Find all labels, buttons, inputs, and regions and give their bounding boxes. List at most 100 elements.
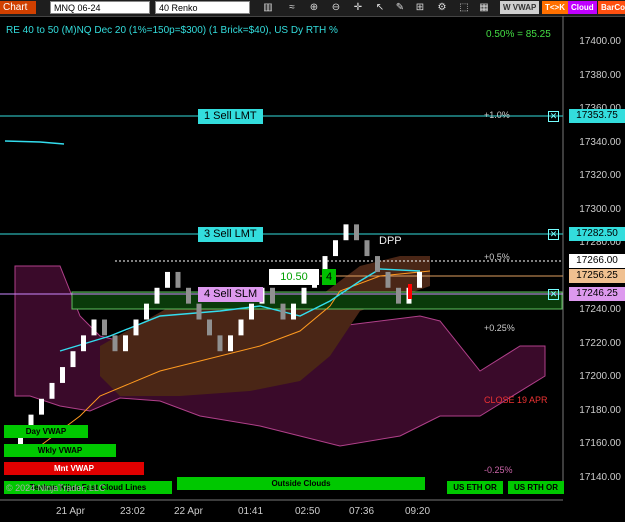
order-price-tag-3: 17282.50 xyxy=(569,227,625,241)
renko-brick xyxy=(144,303,149,320)
copyright-text: © 2024 NinjaTrader, LLC xyxy=(6,483,106,493)
barco-button[interactable]: BarCo xyxy=(598,1,625,14)
instrument-selector[interactable]: MNQ 06-24 xyxy=(50,1,150,14)
chart-title: RE 40 to 50 (M)NQ Dec 20 (1%=150p=$300) … xyxy=(6,25,338,36)
price-axis-label: 17400.00 xyxy=(579,36,621,47)
renko-brick xyxy=(207,319,212,336)
renko-brick xyxy=(39,398,44,415)
time-axis-label: 23:02 xyxy=(120,506,146,517)
chart-menu-button[interactable]: Chart xyxy=(0,1,36,14)
pointer-icon[interactable]: ↖ xyxy=(374,1,386,14)
dpp-label: DPP xyxy=(379,235,402,247)
pct-value: 0.50% = 85.25 xyxy=(486,29,551,40)
tk-button[interactable]: T<>K xyxy=(542,1,569,14)
price-axis-label: 17300.00 xyxy=(579,203,621,215)
renko-brick xyxy=(70,351,76,368)
strategy-icon[interactable]: ⚙ xyxy=(436,1,448,14)
properties-icon[interactable]: ⊞ xyxy=(414,1,426,14)
renko-brick xyxy=(49,382,55,399)
renko-brick xyxy=(270,287,275,304)
renko-brick xyxy=(343,224,349,241)
renko-brick xyxy=(60,367,65,383)
price-axis-label: 17380.00 xyxy=(579,69,621,81)
renko-brick xyxy=(196,303,202,320)
orange-price-tag: 17256.25 xyxy=(569,269,625,283)
zoom-out-icon[interactable]: ⊖ xyxy=(330,1,342,14)
wvwap-button[interactable]: W VWAP xyxy=(500,1,540,14)
renko-brick xyxy=(238,319,244,336)
minus-025-label: -0.25% xyxy=(484,465,513,475)
renko-brick xyxy=(280,303,286,320)
sell-limit-order-1[interactable]: 1 Sell LMT xyxy=(198,109,263,124)
day-vwap-button[interactable]: Day VWAP xyxy=(4,425,88,438)
indicators-icon[interactable]: ≈ xyxy=(286,1,298,14)
monthly-vwap-button[interactable]: Mnt VWAP xyxy=(4,462,144,475)
close-label: CLOSE 19 APR xyxy=(484,395,548,405)
renko-brick xyxy=(133,319,139,336)
price-axis-label: 17220.00 xyxy=(579,337,621,349)
renko-brick xyxy=(175,271,181,288)
time-axis-label: 07:36 xyxy=(349,506,375,517)
price-axis-label: 17140.00 xyxy=(579,471,621,483)
chart-trader-icon[interactable]: ⬚ xyxy=(458,1,470,14)
time-axis-label: 22 Apr xyxy=(174,506,203,517)
crosshair-icon[interactable]: ✛ xyxy=(352,1,364,14)
cancel-order-4-icon[interactable]: ✕ xyxy=(548,289,559,300)
position-qty[interactable]: 4 xyxy=(322,269,336,285)
renko-brick xyxy=(81,335,86,352)
price-axis-label: 17320.00 xyxy=(579,170,621,181)
renko-brick xyxy=(165,271,170,288)
bar-type-selector[interactable]: 40 Renko xyxy=(155,1,250,14)
renko-brick xyxy=(154,287,160,304)
renko-brick xyxy=(91,319,97,336)
renko-brick xyxy=(364,240,370,257)
us-eth-or-button[interactable]: US ETH OR xyxy=(447,481,503,494)
renko-brick xyxy=(186,287,191,304)
position-pnl[interactable]: 10.50 xyxy=(269,269,319,285)
order-price-tag-1: 17353.75 xyxy=(569,109,625,123)
red-signal-bar xyxy=(408,284,412,299)
renko-brick xyxy=(385,271,391,288)
renko-brick xyxy=(291,303,296,320)
price-axis-label: 17240.00 xyxy=(579,304,621,315)
renko-brick xyxy=(102,319,107,336)
price-axis-label: 17340.00 xyxy=(579,136,621,148)
renko-brick xyxy=(112,335,118,352)
plus-05-label: +0.5% xyxy=(484,252,510,262)
grid-icon[interactable]: ▦ xyxy=(478,1,490,14)
outside-clouds-button[interactable]: Outside Clouds xyxy=(177,477,425,490)
cancel-order-3-icon[interactable]: ✕ xyxy=(548,229,559,240)
last-price-tag: 17266.00 xyxy=(569,254,625,268)
bar-chart-icon[interactable]: ▥ xyxy=(262,1,274,14)
sell-stop-order-4[interactable]: 4 Sell SLM xyxy=(198,287,264,302)
renko-brick xyxy=(375,256,380,272)
price-axis-label: 17200.00 xyxy=(579,371,621,382)
renko-brick xyxy=(417,271,422,288)
renko-brick xyxy=(333,240,338,257)
time-axis-label: 21 Apr xyxy=(56,506,85,517)
plus-025-label: +0.25% xyxy=(484,323,515,333)
weekly-vwap-button[interactable]: Wkly VWAP xyxy=(4,444,116,457)
renko-brick xyxy=(228,335,233,352)
cancel-order-1-icon[interactable]: ✕ xyxy=(548,111,559,122)
order-price-tag-4: 17246.25 xyxy=(569,287,625,301)
time-axis-label: 02:50 xyxy=(295,506,321,517)
cyan-segment xyxy=(4,140,65,145)
renko-brick xyxy=(123,335,128,352)
toolbar: Chart MNQ 06-24 40 Renko ▥ ≈ ⊕ ⊖ ✛ ↖ ✎ ⊞… xyxy=(0,0,625,17)
drawing-tool-icon[interactable]: ✎ xyxy=(394,1,406,14)
renko-brick xyxy=(249,303,254,320)
price-axis-label: 17180.00 xyxy=(579,404,621,416)
zoom-in-icon[interactable]: ⊕ xyxy=(308,1,320,14)
renko-brick xyxy=(217,335,223,352)
renko-brick xyxy=(396,287,401,304)
time-axis-label: 09:20 xyxy=(405,506,431,517)
us-rth-or-button[interactable]: US RTH OR xyxy=(508,481,564,494)
renko-brick xyxy=(301,287,307,304)
cloud-button[interactable]: Cloud xyxy=(568,1,597,14)
sell-limit-order-3[interactable]: 3 Sell LMT xyxy=(198,227,263,242)
renko-brick xyxy=(354,224,359,241)
price-axis-label: 17160.00 xyxy=(579,438,621,449)
time-axis-label: 01:41 xyxy=(238,506,264,517)
plus-1-label: +1.0% xyxy=(484,110,510,120)
